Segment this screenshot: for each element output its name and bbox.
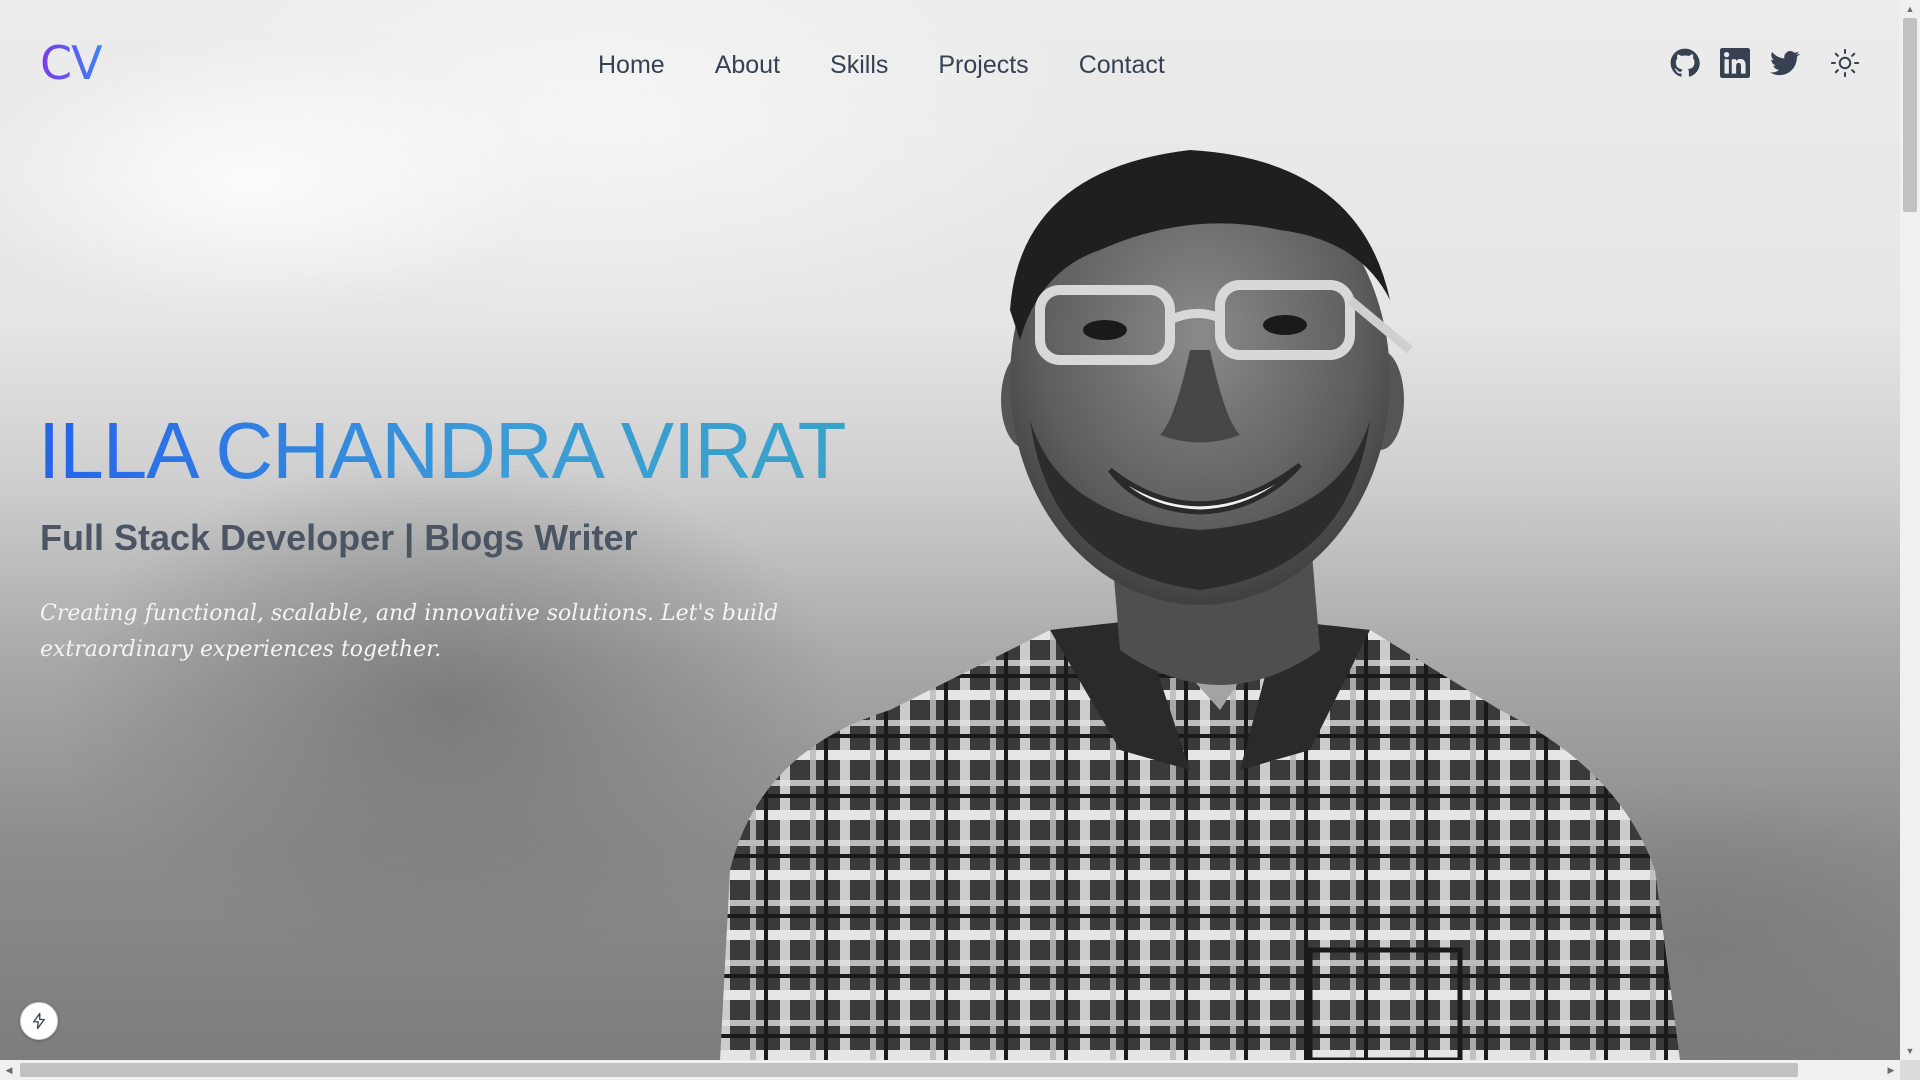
scrollbar-corner	[1900, 1060, 1920, 1080]
site-logo[interactable]: CV	[40, 36, 103, 90]
vertical-scroll-thumb[interactable]	[1903, 18, 1917, 212]
main-nav: Home About Skills Projects Contact	[598, 48, 1165, 82]
scroll-up-arrow-icon[interactable]: ▲	[1900, 0, 1920, 18]
horizontal-scrollbar[interactable]: ◀ ▶	[0, 1060, 1900, 1080]
twitter-icon[interactable]	[1770, 48, 1800, 78]
lightning-icon[interactable]	[20, 1002, 58, 1040]
sun-icon[interactable]	[1830, 48, 1860, 78]
scroll-down-arrow-icon[interactable]: ▼	[1900, 1042, 1920, 1060]
horizontal-scroll-thumb[interactable]	[20, 1063, 1798, 1077]
github-icon[interactable]	[1670, 48, 1700, 78]
social-links	[1670, 48, 1860, 78]
nav-link-about[interactable]: About	[715, 48, 780, 82]
scroll-right-arrow-icon[interactable]: ▶	[1882, 1060, 1900, 1080]
scroll-left-arrow-icon[interactable]: ◀	[0, 1060, 18, 1080]
hero-portrait	[720, 150, 1740, 1060]
linkedin-icon[interactable]	[1720, 48, 1750, 78]
site-header: CV Home About Skills Projects Contact	[0, 0, 1900, 130]
nav-link-home[interactable]: Home	[598, 48, 665, 82]
hero-subtitle: Full Stack Developer | Blogs Writer	[40, 517, 638, 558]
hero-description: Creating functional, scalable, and innov…	[40, 601, 779, 662]
nav-link-projects[interactable]: Projects	[938, 48, 1028, 82]
hero-name: ILLA CHANDRA VIRAT	[38, 406, 846, 495]
nav-link-contact[interactable]: Contact	[1079, 48, 1165, 82]
nav-link-skills[interactable]: Skills	[830, 48, 888, 82]
vertical-scrollbar[interactable]: ▲ ▼	[1900, 0, 1920, 1060]
